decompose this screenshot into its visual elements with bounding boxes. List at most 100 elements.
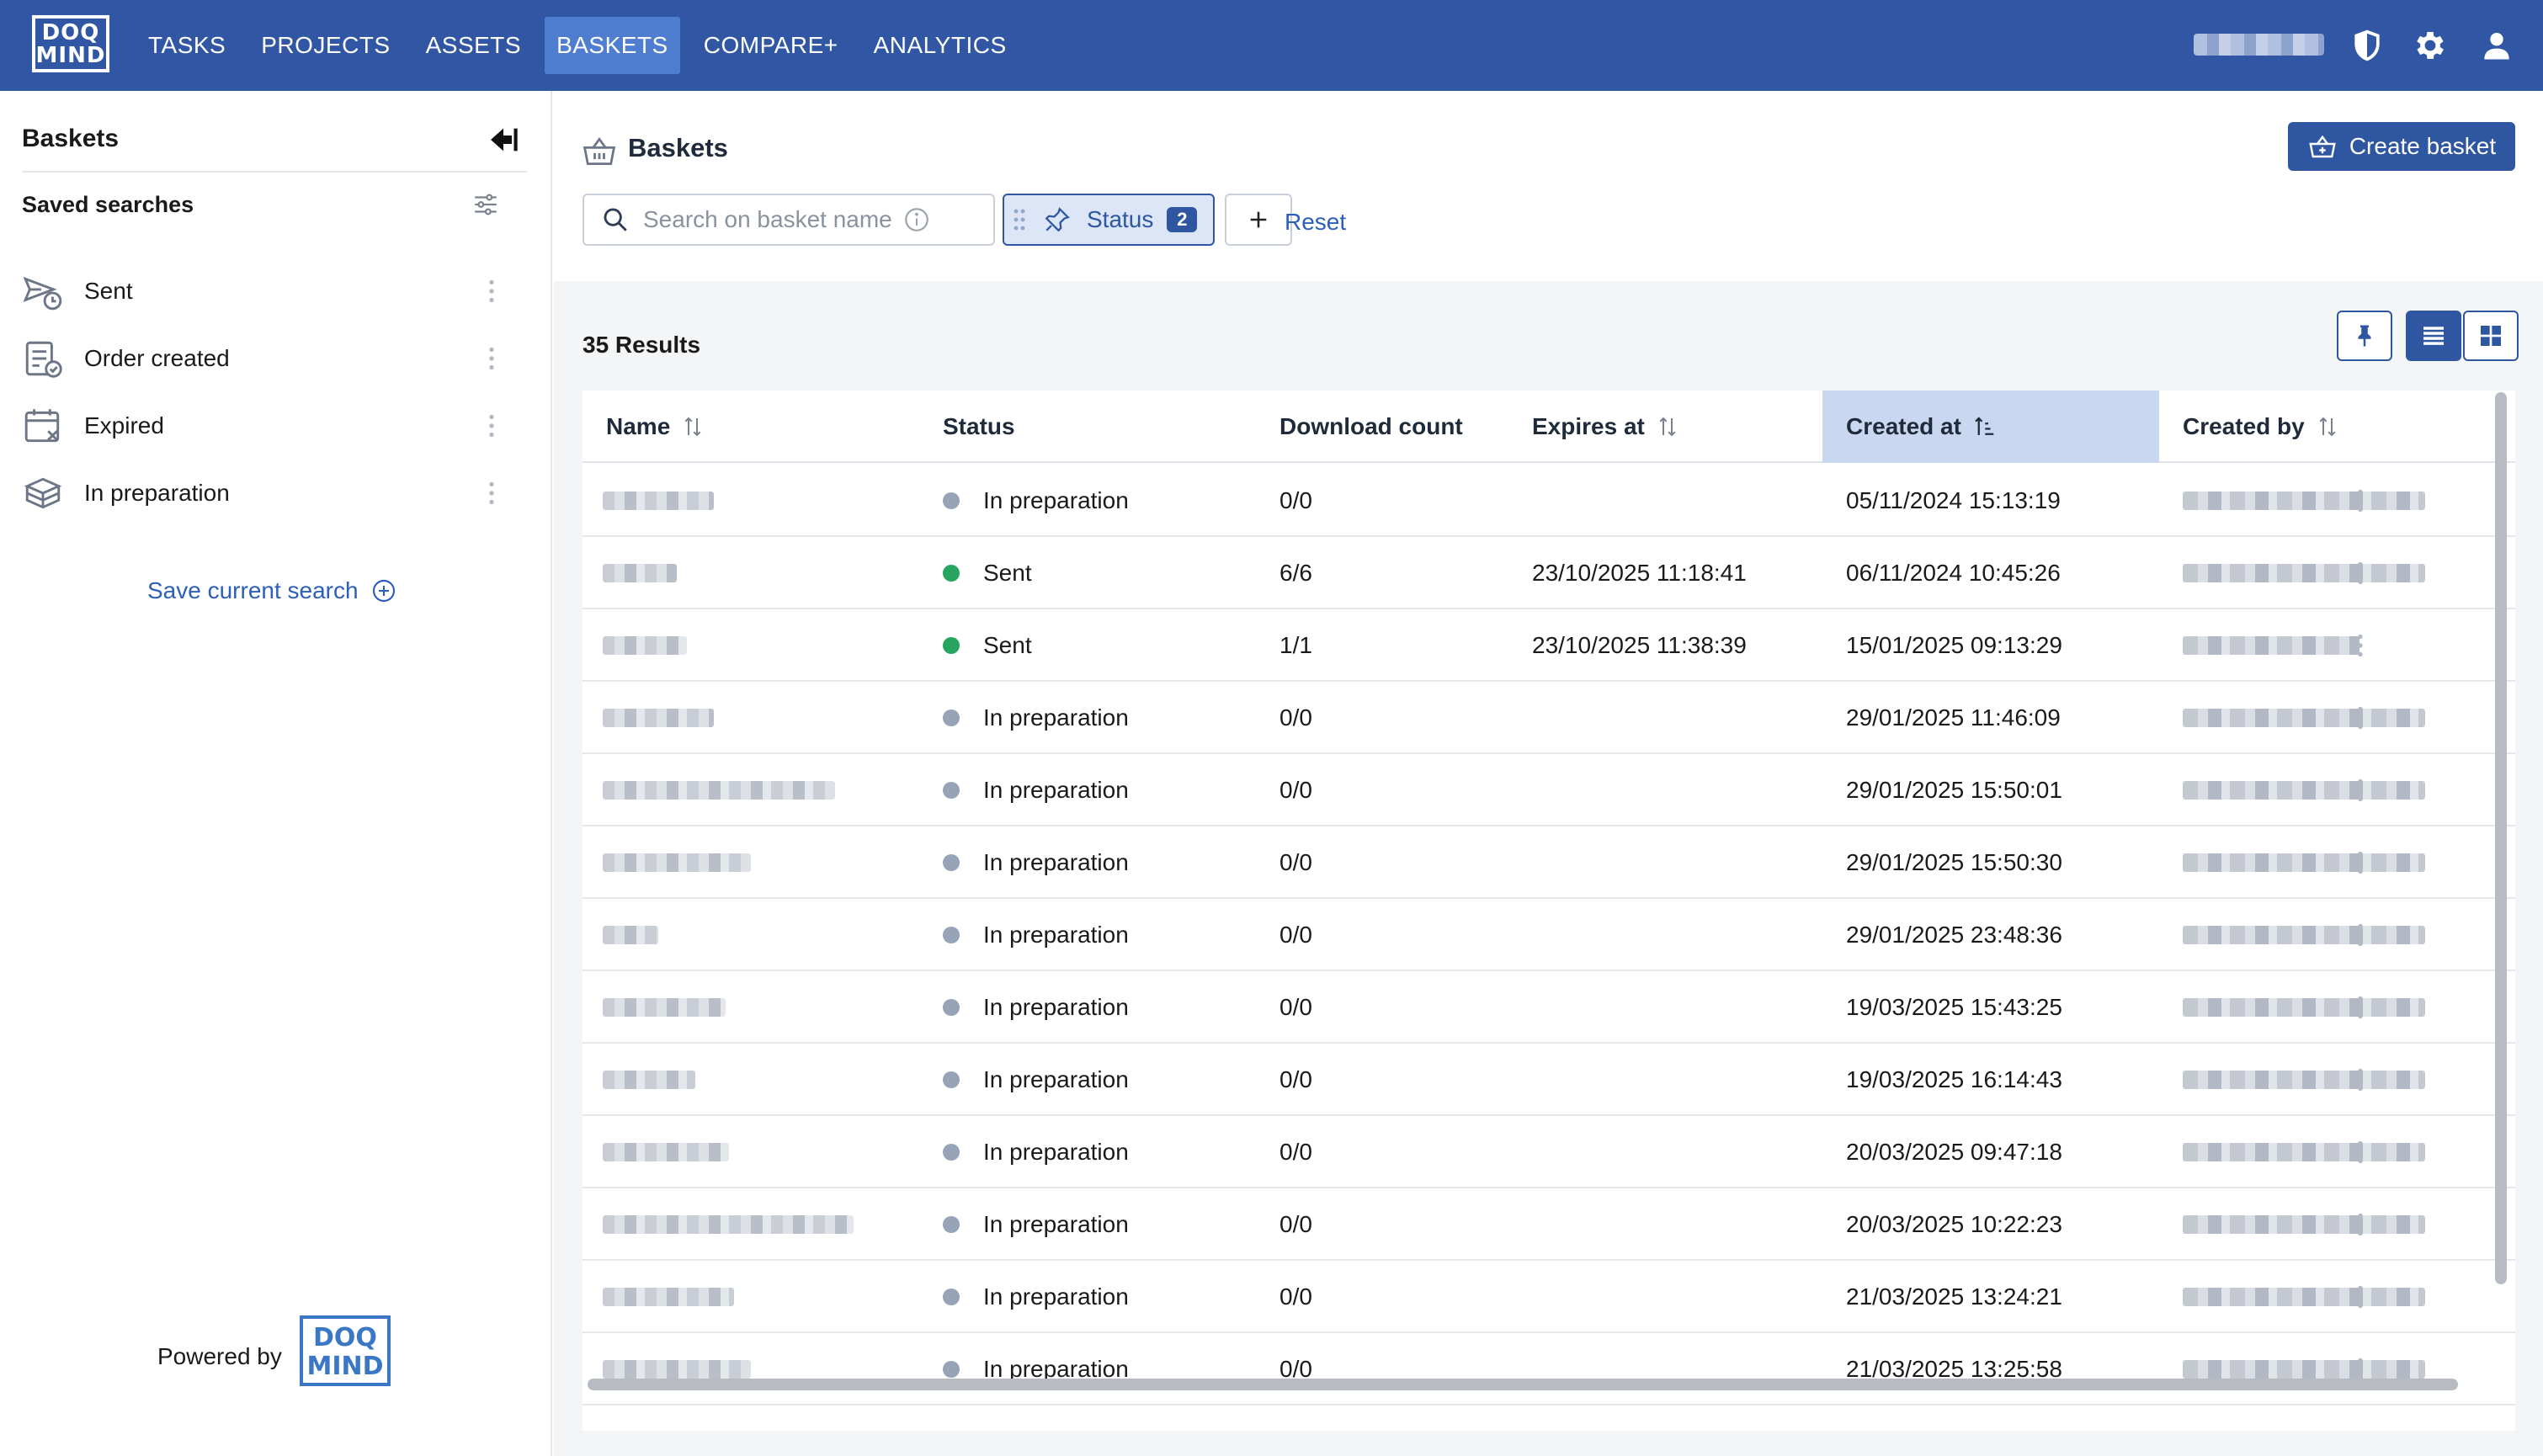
doqmind-logo[interactable]: DOQ MIND <box>32 15 109 72</box>
table-row[interactable]: In preparation 0/0 29/01/2025 23:48:36 <box>583 899 2515 971</box>
row-kebab-menu-icon[interactable] <box>2345 486 2375 516</box>
sort-icon[interactable] <box>1655 414 1680 439</box>
info-icon[interactable] <box>902 205 931 234</box>
reset-filters-link[interactable]: Reset <box>1285 209 1346 236</box>
table-row[interactable]: Sent 6/6 23/10/2025 11:18:41 06/11/2024 10:… <box>583 537 2515 609</box>
nav-analytics[interactable]: ANALYTICS <box>862 17 1019 74</box>
grid-view-button[interactable] <box>2463 311 2519 361</box>
creator-name-blurred <box>2183 492 2425 510</box>
download-count-cell: 0/0 <box>1279 922 1312 948</box>
shield-icon[interactable] <box>2349 27 2386 64</box>
name-cell[interactable] <box>603 1333 751 1406</box>
table-row[interactable]: Sent 1/1 23/10/2025 11:38:39 15/01/2025 09:… <box>583 609 2515 682</box>
basket-name-blurred <box>603 1143 729 1161</box>
kebab-menu-icon[interactable] <box>476 411 507 441</box>
saved-search-order-created[interactable]: Order created <box>22 333 527 384</box>
name-cell[interactable] <box>603 609 687 682</box>
create-basket-button[interactable]: Create basket <box>2288 122 2515 171</box>
name-cell[interactable] <box>603 1116 729 1188</box>
name-cell[interactable] <box>603 1188 854 1261</box>
status-dot-icon <box>943 1071 960 1088</box>
nav-compare-plus[interactable]: COMPARE+ <box>692 17 850 74</box>
row-kebab-menu-icon[interactable] <box>2345 920 2375 950</box>
saved-search-in-preparation[interactable]: In preparation <box>22 468 527 518</box>
table-row[interactable]: In preparation 0/0 29/01/2025 15:50:01 <box>583 754 2515 826</box>
kebab-menu-icon[interactable] <box>476 276 507 306</box>
creator-name-blurred <box>2183 1071 2425 1089</box>
basket-name-blurred <box>603 492 714 510</box>
basket-name-blurred <box>603 636 687 655</box>
row-kebab-menu-icon[interactable] <box>2345 775 2375 805</box>
table-row[interactable]: In preparation 0/0 20/03/2025 09:47:18 <box>583 1116 2515 1188</box>
row-kebab-menu-icon[interactable] <box>2345 1137 2375 1167</box>
main-content: Baskets Create basket Status 2 Reset 35 … <box>554 91 2543 1456</box>
row-kebab-menu-icon[interactable] <box>2345 1209 2375 1240</box>
column-header-created-by[interactable]: Created by <box>2159 391 2515 463</box>
kebab-menu-icon[interactable] <box>476 478 507 508</box>
name-cell[interactable] <box>603 754 835 826</box>
created-at-cell: 29/01/2025 23:48:36 <box>1846 922 2062 948</box>
sort-ascending-icon[interactable] <box>1971 414 1997 439</box>
column-header-created-at[interactable]: Created at <box>1822 391 2159 463</box>
name-cell[interactable] <box>603 826 751 899</box>
row-kebab-menu-icon[interactable] <box>2345 630 2375 661</box>
table-row[interactable]: In preparation 0/0 21/03/2025 13:24:21 <box>583 1261 2515 1333</box>
column-header-expires-at[interactable]: Expires at <box>1508 391 1822 463</box>
column-header-name[interactable]: Name <box>583 391 919 463</box>
table-row[interactable]: In preparation 0/0 20/03/2025 10:22:23 <box>583 1188 2515 1261</box>
table-row[interactable]: In preparation 0/0 19/03/2025 16:14:43 <box>583 1044 2515 1116</box>
name-cell[interactable] <box>603 537 677 609</box>
kebab-menu-icon[interactable] <box>476 343 507 374</box>
sort-icon[interactable] <box>2315 414 2340 439</box>
status-cell: In preparation <box>943 899 1129 971</box>
column-header-download-count: Download count <box>1256 391 1508 463</box>
table-row[interactable]: In preparation 0/0 29/01/2025 15:50:30 <box>583 826 2515 899</box>
row-kebab-menu-icon[interactable] <box>2345 703 2375 733</box>
basket-add-icon <box>2309 135 2336 158</box>
row-kebab-menu-icon[interactable] <box>2345 992 2375 1023</box>
name-cell[interactable] <box>603 1044 695 1116</box>
save-current-search-link[interactable]: Save current search <box>147 577 397 604</box>
status-dot-icon <box>943 709 960 726</box>
status-filter-chip[interactable]: Status 2 <box>1003 194 1215 246</box>
saved-search-sent[interactable]: Sent <box>22 266 527 316</box>
sort-icon[interactable] <box>680 414 705 439</box>
status-filter-count-badge: 2 <box>1167 207 1198 232</box>
row-kebab-menu-icon[interactable] <box>2345 558 2375 588</box>
row-kebab-menu-icon[interactable] <box>2345 848 2375 878</box>
search-input[interactable] <box>643 206 896 233</box>
status-text: In preparation <box>983 1283 1129 1310</box>
drag-handle-icon[interactable] <box>1013 208 1026 231</box>
row-kebab-menu-icon[interactable] <box>2345 1065 2375 1095</box>
user-icon[interactable] <box>2478 27 2515 64</box>
table-header: Name Status Download count Expires at Cr… <box>583 391 2515 463</box>
pin-columns-button[interactable] <box>2337 311 2392 361</box>
gear-icon[interactable] <box>2412 27 2449 64</box>
creator-name-blurred <box>2183 781 2425 800</box>
list-view-button[interactable] <box>2406 311 2461 361</box>
horizontal-scrollbar[interactable] <box>588 1379 2458 1390</box>
name-cell[interactable] <box>603 682 714 754</box>
download-count-cell: 0/0 <box>1279 1139 1312 1165</box>
table-row[interactable]: In preparation 0/0 19/03/2025 15:43:25 <box>583 971 2515 1044</box>
nav-baskets[interactable]: BASKETS <box>545 17 680 74</box>
name-cell[interactable] <box>603 899 658 971</box>
name-cell[interactable] <box>603 465 714 537</box>
nav-assets[interactable]: ASSETS <box>414 17 533 74</box>
filter-settings-icon[interactable] <box>471 190 500 219</box>
table-row[interactable]: In preparation 0/0 05/11/2024 15:13:19 <box>583 465 2515 537</box>
add-filter-button[interactable] <box>1225 194 1292 246</box>
saved-search-expired[interactable]: Expired <box>22 401 527 451</box>
status-dot-icon <box>943 1361 960 1378</box>
table-row[interactable]: In preparation 0/0 29/01/2025 11:46:09 <box>583 682 2515 754</box>
name-cell[interactable] <box>603 1261 734 1333</box>
collapse-sidebar-icon[interactable] <box>487 123 520 157</box>
name-cell[interactable] <box>603 971 726 1044</box>
vertical-scrollbar[interactable] <box>2495 392 2507 1284</box>
row-kebab-menu-icon[interactable] <box>2345 1282 2375 1312</box>
created-at-cell: 06/11/2024 10:45:26 <box>1846 560 2061 586</box>
table-row[interactable]: In preparation 0/0 21/03/2025 13:25:58 <box>583 1333 2515 1406</box>
status-cell: Sent <box>943 537 1032 609</box>
nav-tasks[interactable]: TASKS <box>136 17 237 74</box>
nav-projects[interactable]: PROJECTS <box>249 17 402 74</box>
